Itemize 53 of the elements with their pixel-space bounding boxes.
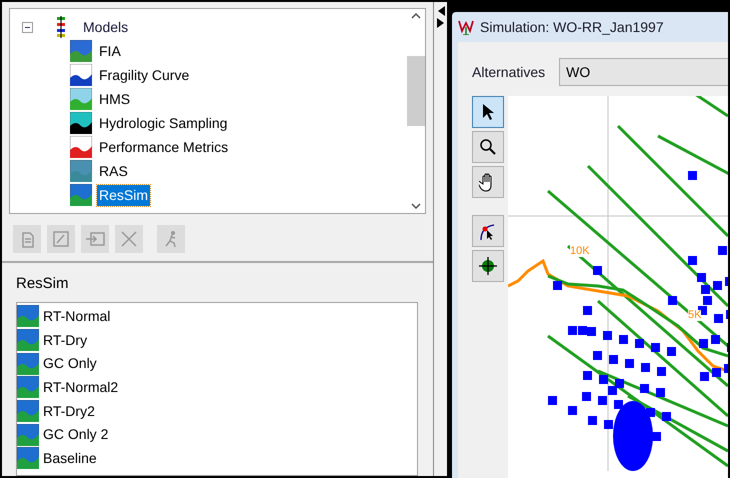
pencil-icon (52, 230, 70, 248)
model-icon (17, 352, 39, 375)
tree-item[interactable]: ResSim (97, 184, 150, 206)
model-icon (70, 112, 92, 134)
window-title: Simulation: WO-RR_Jan1997 (480, 18, 664, 37)
tree-node-label[interactable]: Models (83, 16, 128, 38)
model-icon (17, 305, 39, 328)
list-item[interactable]: RT-Normal2 (43, 376, 118, 398)
app-logo-icon (458, 19, 474, 35)
map-label: 10K (570, 246, 590, 257)
tree-item[interactable]: FIA (97, 40, 123, 62)
list-item[interactable]: GC Only 2 (43, 424, 108, 446)
map-tool-button[interactable] (472, 250, 504, 282)
import-icon (85, 231, 105, 247)
map-tool-button[interactable] (472, 215, 504, 247)
pointer-icon (481, 103, 495, 121)
tree-item[interactable]: HMS (97, 88, 132, 110)
tree-item[interactable]: RAS (97, 160, 130, 182)
model-icon (70, 88, 92, 110)
model-icon (70, 184, 92, 206)
chevron-down-icon[interactable] (411, 203, 421, 209)
collapse-toggle[interactable] (22, 22, 33, 32)
alternatives-label: Alternatives (472, 62, 546, 82)
model-icon (17, 376, 39, 398)
model-icon (17, 447, 39, 470)
map-tool-button[interactable] (472, 131, 504, 163)
collapse-arrows-icon[interactable] (436, 6, 444, 30)
map-tool-button[interactable] (472, 166, 504, 198)
list-item[interactable]: RT-Normal (43, 306, 110, 327)
list-item[interactable]: GC Only (43, 353, 97, 374)
map-label: 5K (688, 310, 702, 321)
map-tool-button[interactable] (472, 96, 504, 128)
list-item[interactable]: RT-Dry2 (43, 400, 95, 422)
alternatives-dropdown[interactable]: WO (559, 58, 728, 86)
model-icon (17, 329, 39, 352)
search-icon (479, 138, 497, 156)
crosshair-icon (478, 256, 498, 276)
tree-item[interactable]: Performance Metrics (97, 136, 230, 158)
model-icon (70, 64, 92, 86)
stacked-nodes-icon (55, 16, 67, 38)
cross-icon (120, 230, 138, 248)
scrollbar-thumb[interactable] (407, 56, 425, 126)
model-icon (70, 40, 92, 62)
model-icon (70, 160, 92, 182)
tree-item[interactable]: Hydrologic Sampling (97, 112, 230, 134)
model-icon (70, 136, 92, 158)
tree-item[interactable]: Fragility Curve (97, 64, 192, 86)
list-item[interactable]: RT-Dry (43, 330, 88, 351)
chevron-up-icon[interactable] (411, 13, 421, 19)
list-title: ResSim (16, 274, 70, 294)
model-icon (17, 424, 39, 446)
list-item[interactable]: Baseline (43, 448, 97, 469)
model-icon (17, 400, 39, 422)
